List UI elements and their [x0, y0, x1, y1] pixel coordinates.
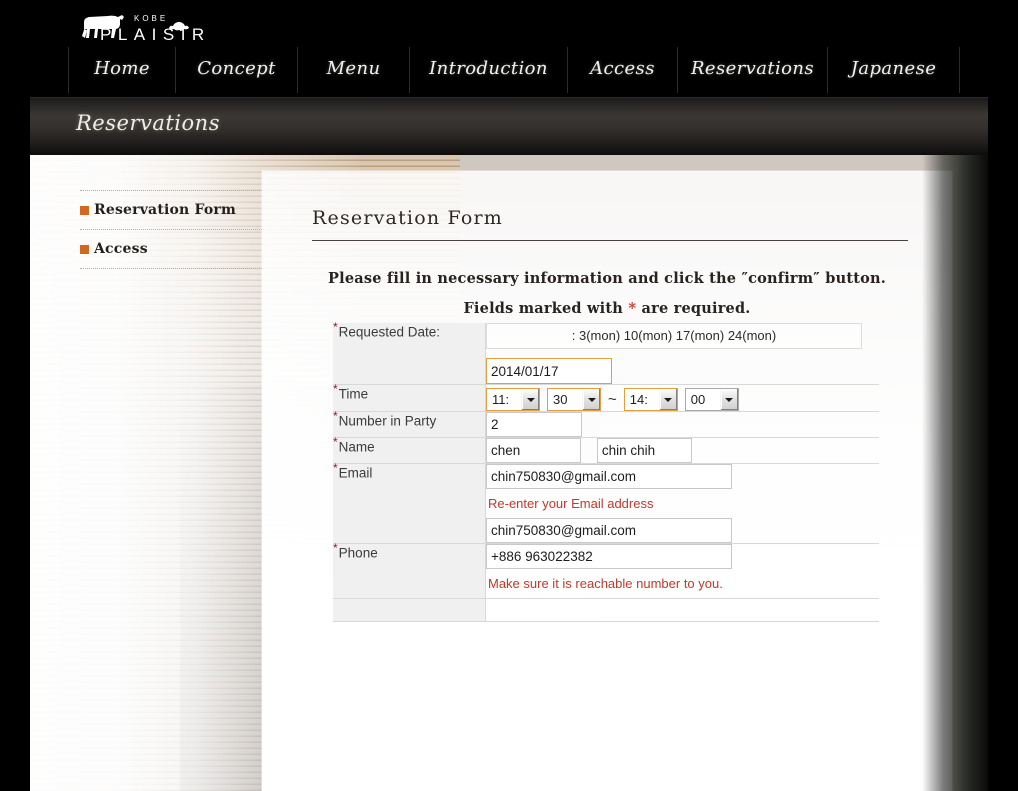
- label-cell-name: *Name: [333, 435, 486, 464]
- form-instructions-line2: Fields marked with * are required.: [262, 299, 952, 317]
- required-asterisk-icon: *: [333, 541, 338, 555]
- email-confirm-hint: Re-enter your Email address: [488, 496, 654, 511]
- nav-item-japanese[interactable]: Japanese: [828, 47, 960, 93]
- site-logo[interactable]: KOBE PLAISIR: [78, 8, 228, 44]
- required-asterisk-icon: *: [333, 382, 338, 396]
- closed-days-note: : 3(mon) 10(mon) 17(mon) 24(mon): [486, 323, 862, 349]
- form-row-requested-date: *Requested Date: : 3(mon) 10(mon) 17(mon…: [333, 320, 879, 385]
- field-cell-next: [485, 598, 879, 622]
- page-title: Reservations: [76, 111, 220, 135]
- nav-item-menu[interactable]: Menu: [298, 47, 410, 93]
- label-text: Number in Party: [338, 413, 437, 429]
- cow-logo-icon: KOBE PLAISIR: [82, 14, 211, 44]
- field-label: *Name: [333, 435, 485, 456]
- form-heading: Reservation Form: [312, 207, 503, 229]
- required-asterisk-icon: *: [333, 461, 338, 475]
- sidebar-item-label: Reservation Form: [94, 202, 236, 218]
- label-text: Name: [338, 439, 375, 455]
- field-cell-phone: Make sure it is reachable number to you.: [485, 543, 879, 599]
- page-body: Reservation Form Access Reservation Form…: [30, 155, 988, 791]
- label-cell-number-in-party: *Number in Party: [333, 409, 486, 438]
- form-row-time: *Time 11: 30 ~ 14: 00: [333, 382, 879, 412]
- nav-item-reservations[interactable]: Reservations: [678, 47, 828, 93]
- form-row-next-partial: [333, 598, 879, 622]
- reservation-form-table: *Requested Date: : 3(mon) 10(mon) 17(mon…: [333, 320, 879, 622]
- label-cell-requested-date: *Requested Date:: [333, 320, 486, 385]
- page-root: KOBE PLAISIR Home Concept Menu Introduct…: [0, 0, 1018, 791]
- end-hour-value: 14:: [624, 389, 659, 410]
- required-note-prefix: Fields marked with: [463, 300, 629, 317]
- start-minute-select[interactable]: 30: [547, 388, 601, 411]
- field-cell-time: 11: 30 ~ 14: 00: [485, 384, 879, 412]
- required-asterisk-icon: *: [333, 409, 338, 423]
- start-hour-select[interactable]: 11:: [486, 388, 540, 411]
- field-cell-email: Re-enter your Email address: [485, 463, 879, 544]
- field-label: *Email: [333, 461, 485, 482]
- chevron-down-icon: [719, 389, 738, 410]
- chevron-down-icon: [582, 389, 600, 410]
- content-panel: Reservation Form Please fill in necessar…: [262, 171, 952, 791]
- end-minute-select[interactable]: 00: [684, 388, 739, 411]
- form-heading-rule: [312, 240, 908, 241]
- chevron-down-icon: [521, 389, 539, 410]
- field-cell-number-in-party: [485, 411, 879, 438]
- requested-date-input[interactable]: [486, 358, 612, 384]
- label-text: Email: [338, 465, 373, 481]
- field-label: *Number in Party: [333, 409, 485, 430]
- required-asterisk-icon: *: [333, 320, 338, 334]
- site-header: KOBE PLAISIR Home Concept Menu Introduct…: [0, 0, 1018, 95]
- required-note-suffix: are required.: [636, 300, 751, 317]
- form-row-email: *Email Re-enter your Email address: [333, 461, 879, 544]
- label-text: Time: [338, 386, 369, 402]
- start-hour-value: 11:: [487, 389, 521, 410]
- left-edge-frame: [0, 0, 30, 791]
- page-title-banner: Reservations: [30, 97, 988, 155]
- chevron-down-icon: [658, 389, 677, 410]
- nav-item-introduction[interactable]: Introduction: [410, 47, 568, 93]
- nav-item-access[interactable]: Access: [568, 47, 678, 93]
- svg-text:PLAISIR: PLAISIR: [100, 25, 211, 44]
- form-row-phone: *Phone Make sure it is reachable number …: [333, 541, 879, 599]
- phone-hint: Make sure it is reachable number to you.: [488, 576, 723, 591]
- first-name-input[interactable]: [596, 438, 692, 463]
- last-name-input[interactable]: [486, 438, 581, 463]
- time-range-group: 11: 30 ~ 14: 00: [486, 385, 879, 411]
- label-cell-phone: *Phone: [333, 541, 486, 599]
- form-row-name: *Name: [333, 435, 879, 464]
- nav-item-concept[interactable]: Concept: [176, 47, 298, 93]
- label-cell-email: *Email: [333, 461, 486, 544]
- email-confirm-input[interactable]: [486, 518, 732, 543]
- main-navigation: Home Concept Menu Introduction Access Re…: [68, 47, 960, 93]
- sidebar-item-label: Access: [94, 241, 148, 257]
- required-asterisk-icon: *: [333, 435, 338, 449]
- field-label: *Requested Date:: [333, 320, 485, 341]
- label-cell-next: [333, 598, 486, 622]
- start-minute-value: 30: [548, 389, 582, 410]
- email-input[interactable]: [486, 464, 732, 489]
- label-cell-time: *Time: [333, 382, 486, 412]
- form-instructions-line1: Please fill in necessary information and…: [328, 270, 886, 287]
- end-hour-select[interactable]: 14:: [623, 388, 678, 411]
- form-row-number-in-party: *Number in Party: [333, 409, 879, 438]
- label-text: Phone: [338, 545, 378, 561]
- phone-input[interactable]: [486, 544, 732, 569]
- time-range-separator: ~: [608, 391, 617, 408]
- end-minute-value: 00: [685, 389, 720, 410]
- nav-item-home[interactable]: Home: [68, 47, 176, 93]
- field-label: *Time: [333, 382, 485, 403]
- square-bullet-icon: [80, 244, 89, 254]
- field-label: *Phone: [333, 541, 485, 562]
- field-cell-name: [485, 437, 879, 464]
- label-text: Requested Date:: [338, 324, 440, 340]
- number-in-party-input[interactable]: [486, 412, 582, 437]
- field-cell-requested-date: : 3(mon) 10(mon) 17(mon) 24(mon): [485, 323, 879, 385]
- svg-text:KOBE: KOBE: [134, 14, 168, 23]
- square-bullet-icon: [80, 205, 89, 215]
